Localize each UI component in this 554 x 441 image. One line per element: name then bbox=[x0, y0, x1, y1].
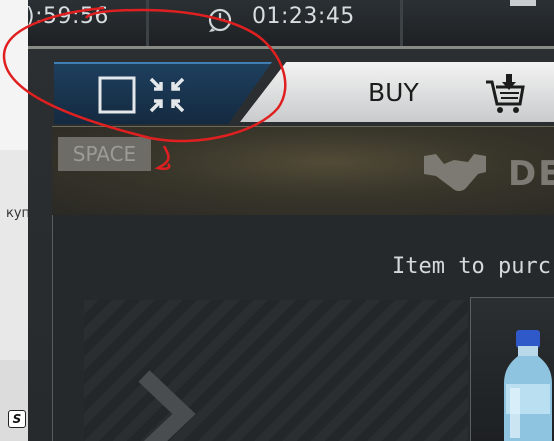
annotation-circle bbox=[2, 6, 287, 171]
